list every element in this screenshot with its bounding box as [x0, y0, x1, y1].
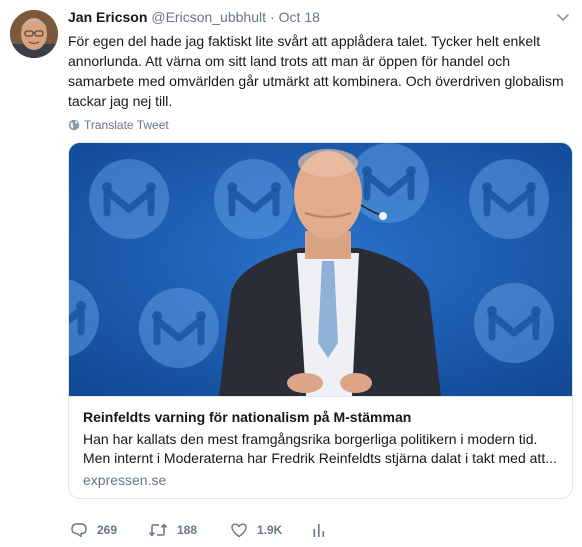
like-icon	[231, 523, 247, 538]
card-description-line: Men internt i Moderaterna har Fredrik Re…	[83, 450, 557, 466]
tweet-actions: 269 188 1.9K	[68, 519, 368, 541]
reply-button[interactable]: 269	[70, 519, 117, 541]
translate-tweet-link[interactable]: Translate Tweet	[68, 116, 169, 134]
author-avatar[interactable]	[10, 10, 58, 58]
card-title: Reinfeldts varning för nationalism på M-…	[83, 409, 412, 425]
globe-icon	[68, 119, 80, 131]
chevron-down-icon[interactable]	[555, 9, 571, 25]
retweet-button[interactable]: 188	[148, 519, 197, 541]
analytics-icon	[313, 524, 325, 537]
translate-label: Translate Tweet	[84, 118, 169, 132]
card-description-line: Han har kallats den mest framgångsrika b…	[83, 431, 538, 447]
header-separator: ·	[270, 9, 275, 25]
like-button[interactable]: 1.9K	[230, 519, 282, 541]
retweet-count: 188	[177, 523, 198, 537]
like-count: 1.9K	[257, 523, 283, 537]
link-card[interactable]: Reinfeldts varning för nationalism på M-…	[68, 142, 573, 499]
analytics-button[interactable]	[312, 519, 335, 541]
card-body: Reinfeldts varning för nationalism på M-…	[69, 396, 572, 498]
card-description: Han har kallats den mest framgångsrika b…	[83, 430, 561, 468]
card-image	[69, 143, 572, 396]
card-domain: expressen.se	[83, 472, 167, 488]
tweet-text: För egen del hade jag faktiskt lite svår…	[68, 33, 564, 109]
reply-icon	[71, 523, 87, 538]
reply-count: 269	[97, 523, 118, 537]
retweet-icon	[148, 523, 168, 537]
tweet-header: Jan Ericson @Ericson_ubbhult · Oct 18	[68, 9, 320, 29]
author-handle[interactable]: @Ericson_ubbhult	[151, 9, 266, 25]
author-name[interactable]: Jan Ericson	[68, 9, 147, 25]
tweet-date[interactable]: Oct 18	[279, 9, 320, 25]
tweet: Jan Ericson @Ericson_ubbhult · Oct 18 Fö…	[0, 0, 582, 547]
